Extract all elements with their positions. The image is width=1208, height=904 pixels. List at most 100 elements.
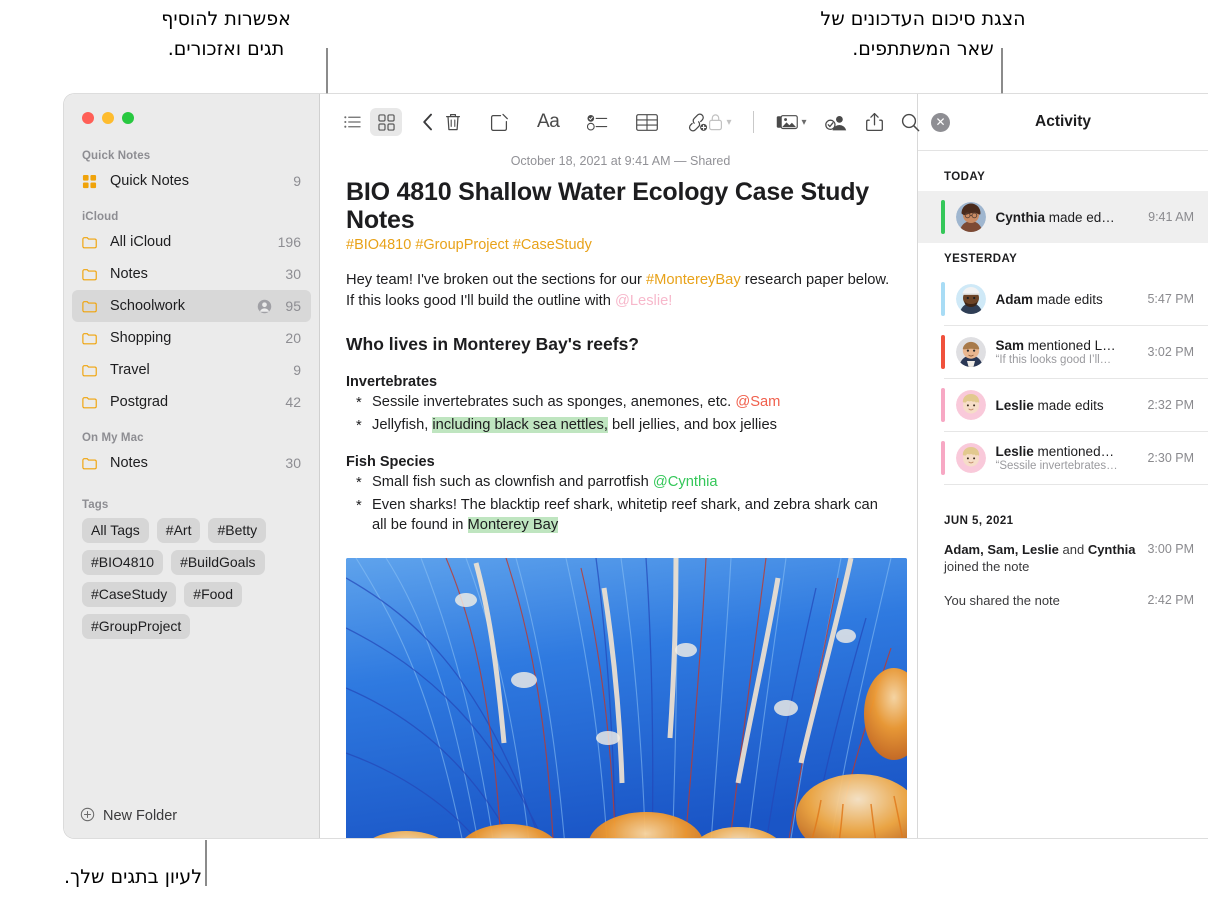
activity-item-sam[interactable]: Sam mentioned L… “If this looks good I’l… xyxy=(918,326,1208,378)
sidebar-item-shopping[interactable]: Shopping 20 xyxy=(72,322,311,354)
activity-item-leslie-mentioned[interactable]: Leslie mentioned… “Sessile invertebrates… xyxy=(918,432,1208,484)
activity-main-line: Adam made edits xyxy=(996,292,1142,307)
toolbar-divider xyxy=(753,111,755,133)
zoom-window-button[interactable] xyxy=(122,112,134,124)
tag-chip-bio4810[interactable]: #BIO4810 xyxy=(82,550,164,575)
leader-line-browse-tags xyxy=(205,840,207,886)
window-controls xyxy=(64,94,319,134)
back-chevron-icon[interactable] xyxy=(412,108,444,136)
activity-joined-names: Adam, Sam, Leslie xyxy=(944,542,1059,557)
sidebar-item-count: 9 xyxy=(293,173,301,189)
tag-chip-buildgoals[interactable]: #BuildGoals xyxy=(171,550,265,575)
format-aa-icon[interactable]: Aa xyxy=(537,111,560,133)
sidebar-item-quick-notes[interactable]: Quick Notes 9 xyxy=(72,165,311,197)
activity-color-bar xyxy=(941,388,945,422)
note-content[interactable]: October 18, 2021 at 9:41 AM — Shared BIO… xyxy=(320,150,917,838)
note-toolbar: Aa ▾ ▾ xyxy=(320,94,920,150)
tag-chip-food[interactable]: #Food xyxy=(184,582,242,607)
close-window-button[interactable] xyxy=(82,112,94,124)
activity-panel: ✕ Activity TODAY Cynthia made ed… 9:41 A… xyxy=(917,94,1208,838)
activity-day-today: TODAY xyxy=(944,171,986,183)
activity-main-line: Sam mentioned L… xyxy=(996,338,1142,353)
bullet-text: Even sharks! The blacktip reef shark, wh… xyxy=(372,496,878,534)
activity-item-leslie-edits[interactable]: Leslie made edits 2:32 PM xyxy=(918,379,1208,431)
note-subheading-fish-species: Fish Species xyxy=(346,454,435,470)
folder-icon xyxy=(82,457,102,470)
sidebar-group-label-icloud: iCloud xyxy=(82,211,119,223)
compose-note-icon[interactable] xyxy=(490,113,509,132)
collaborate-icon[interactable] xyxy=(824,113,848,132)
new-folder-button[interactable]: New Folder xyxy=(64,794,319,838)
table-icon[interactable] xyxy=(636,113,659,131)
activity-time: 3:00 PM xyxy=(1147,542,1194,556)
mention-cynthia[interactable]: @Cynthia xyxy=(653,474,718,490)
tag-list: All Tags #Art #Betty #BIO4810 #BuildGoal… xyxy=(64,514,319,639)
activity-time: 2:30 PM xyxy=(1147,451,1194,465)
bullet-text: Sessile invertebrates such as sponges, a… xyxy=(372,394,736,410)
bullet-asterisk: * xyxy=(356,395,362,411)
bullet-text: Small fish such as clownfish and parrotf… xyxy=(372,474,653,490)
tag-chip-casestudy[interactable]: #CaseStudy xyxy=(82,582,177,607)
note-date: October 18, 2021 at 9:41 AM — Shared xyxy=(510,154,731,168)
activity-list: TODAY Cynthia made ed… 9:41 AM YESTERDAY… xyxy=(918,151,1208,838)
lock-icon[interactable]: ▾ xyxy=(708,113,731,131)
activity-main-line: Leslie mentioned… xyxy=(996,444,1142,459)
media-icon[interactable]: ▾ xyxy=(776,113,807,131)
mention-leslie[interactable]: @Leslie! xyxy=(615,293,672,309)
add-link-icon[interactable] xyxy=(686,113,708,132)
sidebar-item-count: 9 xyxy=(293,362,301,378)
sidebar-item-postgrad[interactable]: Postgrad 42 xyxy=(72,386,311,418)
bullet-asterisk: * xyxy=(356,417,362,434)
activity-action: mentioned… xyxy=(1033,444,1115,459)
activity-header: ✕ Activity xyxy=(918,94,1208,151)
activity-item-cynthia[interactable]: Cynthia made ed… 9:41 AM xyxy=(918,191,1208,243)
sidebar-item-all-icloud[interactable]: All iCloud 196 xyxy=(72,226,311,258)
activity-color-bar xyxy=(941,441,945,475)
activity-day-yesterday: YESTERDAY xyxy=(944,253,1018,265)
sidebar-item-notes-icloud[interactable]: Notes 30 xyxy=(72,258,311,290)
mention-sam[interactable]: @Sam xyxy=(735,394,780,410)
list-item: * Sessile invertebrates such as sponges, … xyxy=(346,392,895,413)
gallery-view-icon[interactable] xyxy=(370,108,402,136)
folder-icon xyxy=(82,300,102,313)
close-icon[interactable]: ✕ xyxy=(931,112,950,132)
trash-icon[interactable] xyxy=(444,112,462,132)
activity-actor: Leslie xyxy=(995,444,1034,459)
share-icon[interactable] xyxy=(865,112,883,132)
sidebar-item-count: 30 xyxy=(285,266,301,282)
intro-hashtag-montereybay[interactable]: #MontereyBay xyxy=(646,272,741,288)
bullet-text-tail: bell jellies, and box jellies xyxy=(607,416,777,433)
tag-chip-groupproject[interactable]: #GroupProject xyxy=(82,614,191,639)
sidebar-item-travel[interactable]: Travel 9 xyxy=(72,354,311,386)
jellyfish-photo[interactable] xyxy=(346,557,907,838)
sidebar-item-notes-local[interactable]: Notes 30 xyxy=(72,447,311,479)
tag-chip-all-tags[interactable]: All Tags xyxy=(82,518,149,543)
activity-joined-text: Adam, Sam, Leslie and Cynthia joined the… xyxy=(944,541,1141,575)
activity-actor: Leslie xyxy=(995,397,1034,413)
leslie-avatar xyxy=(955,390,986,420)
folder-icon xyxy=(82,364,102,377)
sidebar-item-label: Postgrad xyxy=(110,394,169,410)
minimize-window-button[interactable] xyxy=(102,112,114,124)
cynthia-avatar xyxy=(955,202,986,232)
search-icon[interactable] xyxy=(901,113,920,132)
sidebar-item-count: 42 xyxy=(285,394,301,410)
note-actions: Aa xyxy=(444,111,708,133)
activity-color-bar xyxy=(941,335,945,369)
note-intro-paragraph: Hey team! I've broken out the sections f… xyxy=(346,270,895,312)
checklist-icon[interactable] xyxy=(587,114,608,131)
adam-avatar xyxy=(955,284,986,314)
annotation-browse-tags: לעיון בתגים שלך. xyxy=(63,866,202,888)
note-title: BIO 4810 Shallow Water Ecology Case Stud… xyxy=(346,178,869,234)
sidebar-item-count: 95 xyxy=(285,298,301,314)
tag-chip-art[interactable]: #Art xyxy=(156,518,201,543)
sidebar-item-schoolwork[interactable]: Schoolwork 95 xyxy=(72,290,311,322)
list-item: * Even sharks! The blacktip reef shark, w… xyxy=(346,495,895,536)
sidebar-group-label-quicknotes: Quick Notes xyxy=(82,150,151,162)
list-view-icon[interactable] xyxy=(336,108,368,136)
activity-item-adam[interactable]: Adam made edits 5:47 PM xyxy=(918,273,1208,325)
folder-icon xyxy=(82,268,102,281)
sidebar-item-label: Notes xyxy=(110,266,148,282)
new-folder-label: New Folder xyxy=(103,808,178,824)
tag-chip-betty[interactable]: #Betty xyxy=(208,518,267,543)
